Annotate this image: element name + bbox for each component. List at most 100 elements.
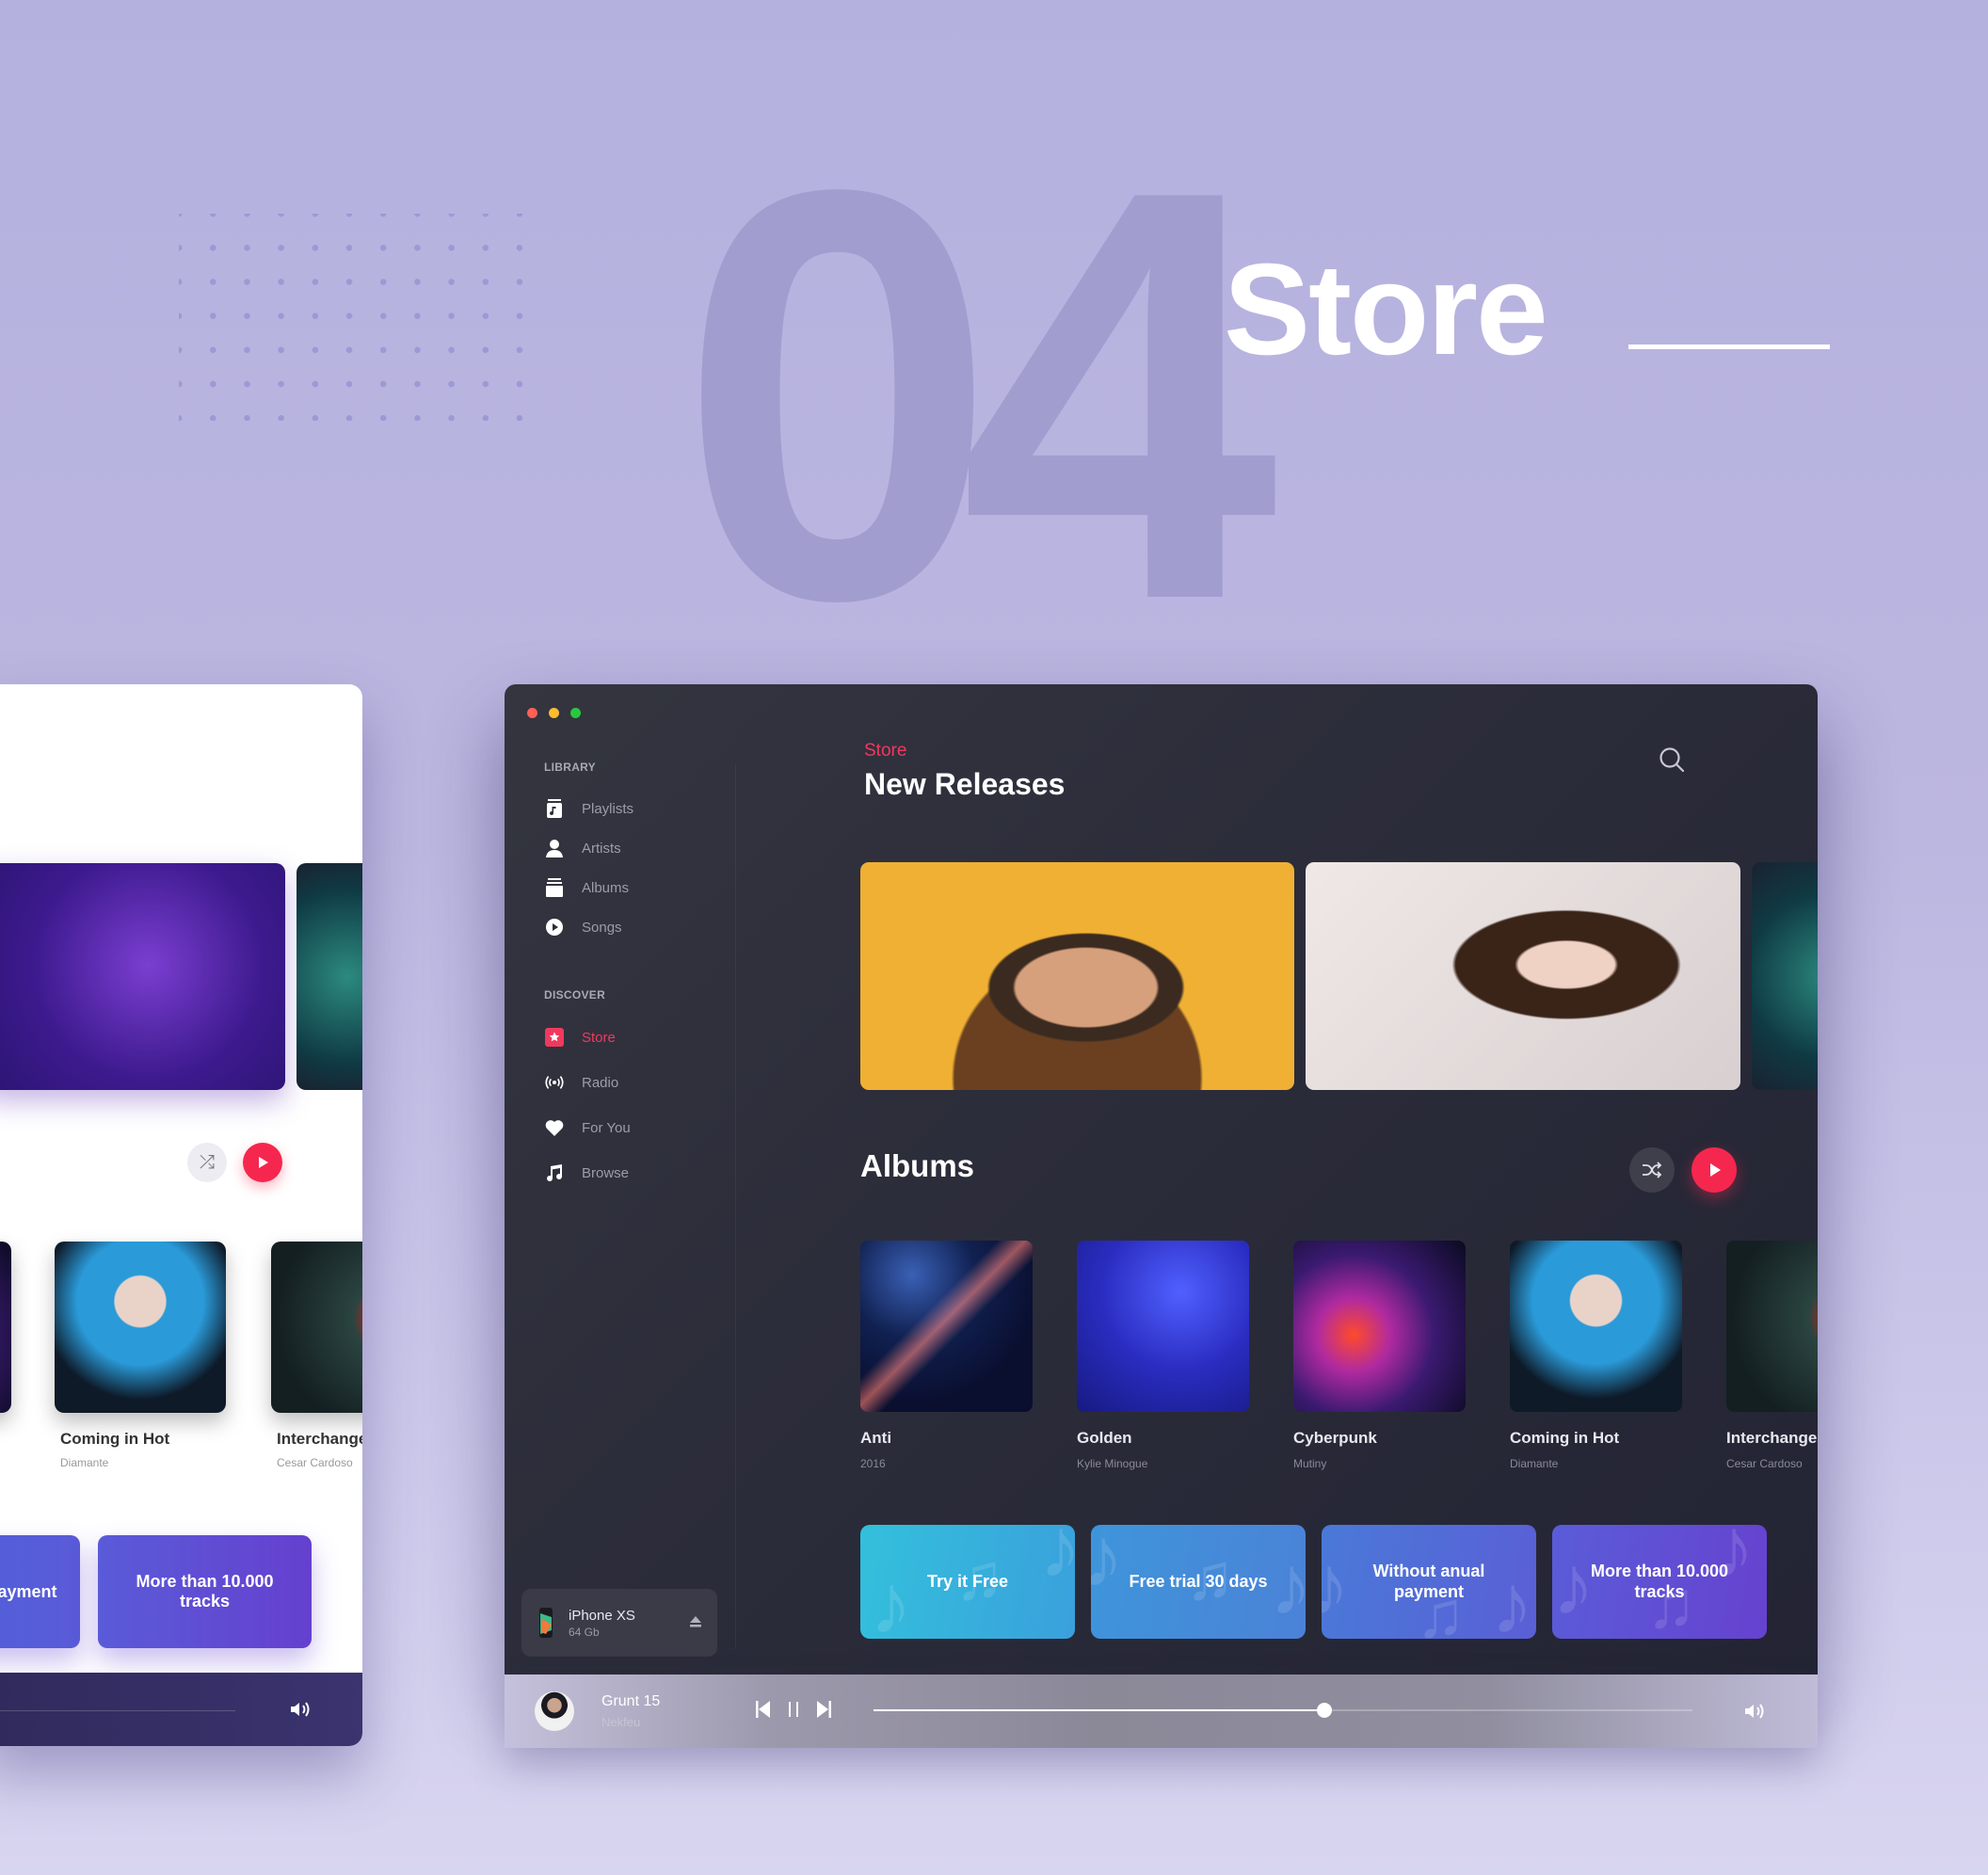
album-card[interactable]: Golden Kylie Minogue	[1077, 1241, 1249, 1470]
sidebar-item-playlists[interactable]: Playlists	[544, 796, 633, 821]
play-all-button[interactable]	[1691, 1147, 1737, 1193]
eject-icon[interactable]	[689, 1615, 702, 1628]
artist-icon	[544, 838, 565, 858]
light-progress-track[interactable]	[0, 1710, 235, 1711]
progress-track[interactable]	[874, 1703, 1692, 1718]
new-release-banner[interactable]	[1752, 862, 1818, 1090]
sidebar-item-label: Artists	[582, 840, 621, 857]
new-release-banner[interactable]	[860, 862, 1294, 1090]
light-album-subtitle: Cesar Cardoso	[277, 1456, 353, 1469]
album-cover	[1077, 1241, 1249, 1412]
light-album-subtitle: Diamante	[60, 1456, 109, 1469]
sidebar-item-radio[interactable]: Radio	[544, 1070, 618, 1095]
section-number: 04	[679, 70, 1278, 721]
sidebar-item-label: Songs	[582, 919, 622, 936]
album-cover	[860, 1241, 1033, 1412]
sidebar-item-songs[interactable]: Songs	[544, 915, 622, 939]
album-title: Golden	[1077, 1429, 1132, 1447]
light-banner-next[interactable]	[297, 863, 362, 1090]
sidebar-item-albums[interactable]: Albums	[544, 875, 629, 900]
albums-section-title: Albums	[860, 1148, 975, 1183]
sidebar-item-label: For You	[582, 1119, 631, 1136]
album-card[interactable]: Cyberpunk Mutiny	[1293, 1241, 1466, 1470]
light-play-button[interactable]	[243, 1143, 282, 1182]
sidebar-section-discover: DISCOVER	[544, 988, 606, 1002]
shuffle-icon: ⤮	[200, 1151, 215, 1173]
player-bar: Grunt 15 Nekfeu	[505, 1675, 1818, 1748]
progress-knob[interactable]	[1316, 1703, 1332, 1718]
minimize-window-button[interactable]	[549, 708, 559, 718]
sidebar-item-for-you[interactable]: For You	[544, 1115, 631, 1140]
close-window-button[interactable]	[527, 708, 537, 718]
music-app-window: LIBRARY Playlists Artists Albums Songs D…	[505, 684, 1818, 1675]
search-icon[interactable]	[1659, 746, 1687, 775]
album-title: Interchange	[1726, 1429, 1818, 1447]
light-banner-featured[interactable]	[0, 863, 285, 1090]
album-cover	[1726, 1241, 1818, 1412]
album-cover	[1293, 1241, 1466, 1412]
album-card[interactable]: Coming in Hot Diamante	[1510, 1241, 1682, 1470]
pause-icon[interactable]	[787, 1700, 800, 1719]
album-cover	[1510, 1241, 1682, 1412]
page-title: New Releases	[864, 767, 1066, 801]
next-track-icon[interactable]	[815, 1700, 832, 1719]
volume-icon[interactable]	[289, 1699, 312, 1720]
device-name: iPhone XS	[569, 1607, 635, 1624]
new-release-banner[interactable]	[1306, 862, 1740, 1090]
light-shuffle-button[interactable]: ⤮	[187, 1143, 227, 1182]
sidebar-item-label: Playlists	[582, 800, 634, 817]
light-promo-card[interactable]: More than 10.000 tracks	[98, 1535, 312, 1648]
play-icon	[1710, 1163, 1721, 1177]
store-star-icon	[544, 1027, 565, 1048]
play-icon	[259, 1157, 268, 1168]
now-playing-avatar[interactable]	[535, 1691, 574, 1731]
title-underline	[1628, 345, 1830, 349]
sidebar-item-label: Browse	[582, 1164, 630, 1181]
radio-icon	[544, 1072, 565, 1093]
sidebar-item-label: Radio	[582, 1074, 619, 1091]
now-playing-track: Grunt 15	[601, 1693, 661, 1709]
sidebar-item-artists[interactable]: Artists	[544, 836, 621, 860]
album-subtitle: 2016	[860, 1457, 886, 1470]
album-subtitle: Kylie Minogue	[1077, 1457, 1148, 1470]
light-album-title: Coming in Hot	[60, 1430, 170, 1448]
album-title: Anti	[860, 1429, 892, 1447]
album-title: Cyberpunk	[1293, 1429, 1377, 1447]
sidebar-item-label: Albums	[582, 879, 630, 896]
heart-icon	[544, 1117, 565, 1138]
album-title: Coming in Hot	[1510, 1429, 1620, 1447]
promo-free-trial[interactable]: ♪ ♫ ♪ Free trial 30 days	[1091, 1525, 1306, 1639]
music-note-icon: ♪	[870, 1558, 912, 1639]
volume-icon[interactable]	[1743, 1701, 1768, 1722]
light-theme-window: ⤮ Coming in Hot Diamante Interchange Ces…	[0, 684, 362, 1746]
light-promo-card[interactable]: anual payment	[0, 1535, 80, 1648]
album-subtitle: Diamante	[1510, 1457, 1559, 1470]
album-card[interactable]: Interchange Cesar Cardoso	[1726, 1241, 1818, 1470]
maximize-window-button[interactable]	[570, 708, 581, 718]
device-capacity: 64 Gb	[569, 1625, 600, 1639]
breadcrumb[interactable]: Store	[864, 741, 906, 761]
sidebar-item-store[interactable]: Store	[544, 1025, 616, 1050]
light-album-cover[interactable]	[55, 1242, 226, 1413]
light-player-bar	[0, 1673, 362, 1746]
sidebar-item-browse[interactable]: Browse	[544, 1161, 629, 1185]
promo-no-annual[interactable]: ♪ ♫ ♪ Without anual payment	[1322, 1525, 1536, 1639]
music-note-icon: ♪	[1039, 1525, 1075, 1595]
album-card[interactable]: Anti 2016	[860, 1241, 1033, 1470]
light-album-cover[interactable]	[0, 1242, 11, 1413]
promo-tracks[interactable]: ♪ ♫ ♪ More than 10.000 tracks	[1552, 1525, 1767, 1639]
sidebar-item-label: Store	[582, 1029, 616, 1046]
albums-icon	[544, 877, 565, 898]
album-subtitle: Cesar Cardoso	[1726, 1457, 1803, 1470]
sidebar-divider	[735, 764, 736, 1649]
promo-try-free[interactable]: ♪ ♫ ♪ Try it Free	[860, 1525, 1075, 1639]
light-album-cover[interactable]	[271, 1242, 362, 1413]
device-card-iphone[interactable]: iPhone XS 64 Gb	[521, 1589, 717, 1657]
progress-fill	[874, 1709, 1324, 1711]
shuffle-button[interactable]	[1629, 1147, 1675, 1193]
now-playing-artist: Nekfeu	[601, 1715, 641, 1729]
playlist-icon	[544, 798, 565, 819]
dot-grid-decoration	[179, 214, 537, 421]
album-subtitle: Mutiny	[1293, 1457, 1327, 1470]
previous-track-icon[interactable]	[755, 1700, 772, 1719]
